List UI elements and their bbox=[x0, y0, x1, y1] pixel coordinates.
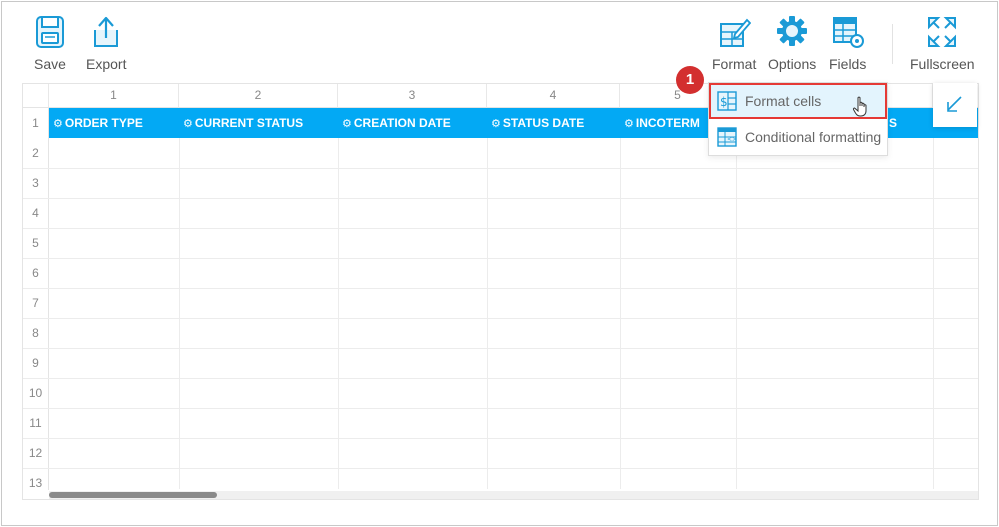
column-number[interactable]: 1 bbox=[49, 84, 179, 108]
row-number: 4 bbox=[23, 198, 49, 228]
column-number[interactable]: 4 bbox=[487, 84, 620, 108]
header-cell-current-status[interactable]: ⚙ CURRENT STATUS bbox=[179, 108, 338, 138]
grid-line bbox=[23, 378, 978, 379]
row-number: 3 bbox=[23, 168, 49, 198]
hand-cursor-icon bbox=[852, 96, 867, 117]
save-button[interactable]: Save bbox=[33, 14, 67, 72]
row-number: 11 bbox=[23, 408, 49, 438]
row-number: 8 bbox=[23, 318, 49, 348]
toolbar-divider bbox=[892, 24, 893, 64]
gear-icon: ⚙ bbox=[342, 118, 352, 130]
grid-line bbox=[620, 138, 621, 489]
grid-line bbox=[338, 138, 339, 489]
header-cell-partial[interactable]: S bbox=[885, 108, 933, 138]
row-number: 5 bbox=[23, 228, 49, 258]
gear-icon: ⚙ bbox=[624, 118, 634, 130]
grid-line bbox=[23, 438, 978, 439]
grid-line bbox=[23, 348, 978, 349]
fullscreen-icon bbox=[928, 17, 957, 47]
step-callout-badge: 1 bbox=[676, 66, 704, 94]
gear-icon bbox=[777, 16, 808, 46]
grid-line bbox=[23, 288, 978, 289]
format-label: Format bbox=[712, 56, 757, 72]
fullscreen-button[interactable]: Fullscreen bbox=[910, 14, 975, 72]
grid-line bbox=[23, 468, 978, 469]
grid-line bbox=[23, 198, 978, 199]
grid-line bbox=[179, 138, 180, 489]
grid-line bbox=[736, 138, 737, 489]
save-icon bbox=[36, 16, 64, 48]
grid-line bbox=[933, 138, 934, 489]
header-cell-status-date[interactable]: ⚙ STATUS DATE bbox=[487, 108, 620, 138]
horizontal-scrollbar-thumb[interactable] bbox=[49, 492, 217, 498]
format-dropdown-menu: $ Format cells <> Conditional formatting bbox=[708, 82, 888, 156]
options-button[interactable]: Options bbox=[768, 14, 816, 72]
format-cells-icon: $ bbox=[717, 91, 737, 111]
export-button[interactable]: Export bbox=[86, 14, 126, 72]
conditional-formatting-icon: <> bbox=[717, 127, 737, 147]
options-label: Options bbox=[768, 56, 817, 72]
export-icon bbox=[94, 16, 119, 47]
export-label: Export bbox=[86, 56, 127, 72]
grid-line bbox=[23, 168, 978, 169]
row-number: 13 bbox=[23, 468, 49, 490]
row-number: 9 bbox=[23, 348, 49, 378]
fields-icon bbox=[832, 17, 864, 48]
menu-item-label: Format cells bbox=[745, 93, 822, 109]
column-number[interactable]: 2 bbox=[179, 84, 338, 108]
grid-line bbox=[23, 258, 978, 259]
gear-icon: ⚙ bbox=[183, 118, 193, 130]
row-number: 2 bbox=[23, 138, 49, 168]
fields-button[interactable]: Fields bbox=[829, 14, 866, 72]
row-number: 12 bbox=[23, 438, 49, 468]
svg-text:$: $ bbox=[720, 95, 728, 109]
gear-icon: ⚙ bbox=[53, 118, 63, 130]
grid-line bbox=[23, 408, 978, 409]
grid-line bbox=[487, 138, 488, 489]
svg-text:<>: <> bbox=[727, 136, 737, 143]
row-number: 6 bbox=[23, 258, 49, 288]
menu-item-label: Conditional formatting bbox=[745, 129, 882, 145]
header-cell-order-type[interactable]: ⚙ ORDER TYPE bbox=[49, 108, 179, 138]
collapse-arrow-icon bbox=[947, 96, 962, 112]
fields-label: Fields bbox=[829, 56, 867, 72]
row-number: 10 bbox=[23, 378, 49, 408]
grid-line bbox=[23, 318, 978, 319]
header-cell-creation-date[interactable]: ⚙ CREATION DATE bbox=[338, 108, 487, 138]
minimize-button[interactable] bbox=[933, 83, 977, 127]
corner-cell bbox=[23, 84, 49, 108]
menu-item-conditional-formatting[interactable]: <> Conditional formatting bbox=[709, 119, 887, 155]
row-number: 1 bbox=[23, 108, 49, 138]
fullscreen-label: Fullscreen bbox=[910, 56, 975, 72]
column-number[interactable]: 3 bbox=[338, 84, 487, 108]
grid-line bbox=[23, 228, 978, 229]
gear-icon: ⚙ bbox=[491, 118, 501, 130]
format-button[interactable]: Format bbox=[712, 14, 756, 72]
save-label: Save bbox=[34, 56, 66, 72]
row-number: 7 bbox=[23, 288, 49, 318]
format-icon bbox=[720, 18, 752, 47]
